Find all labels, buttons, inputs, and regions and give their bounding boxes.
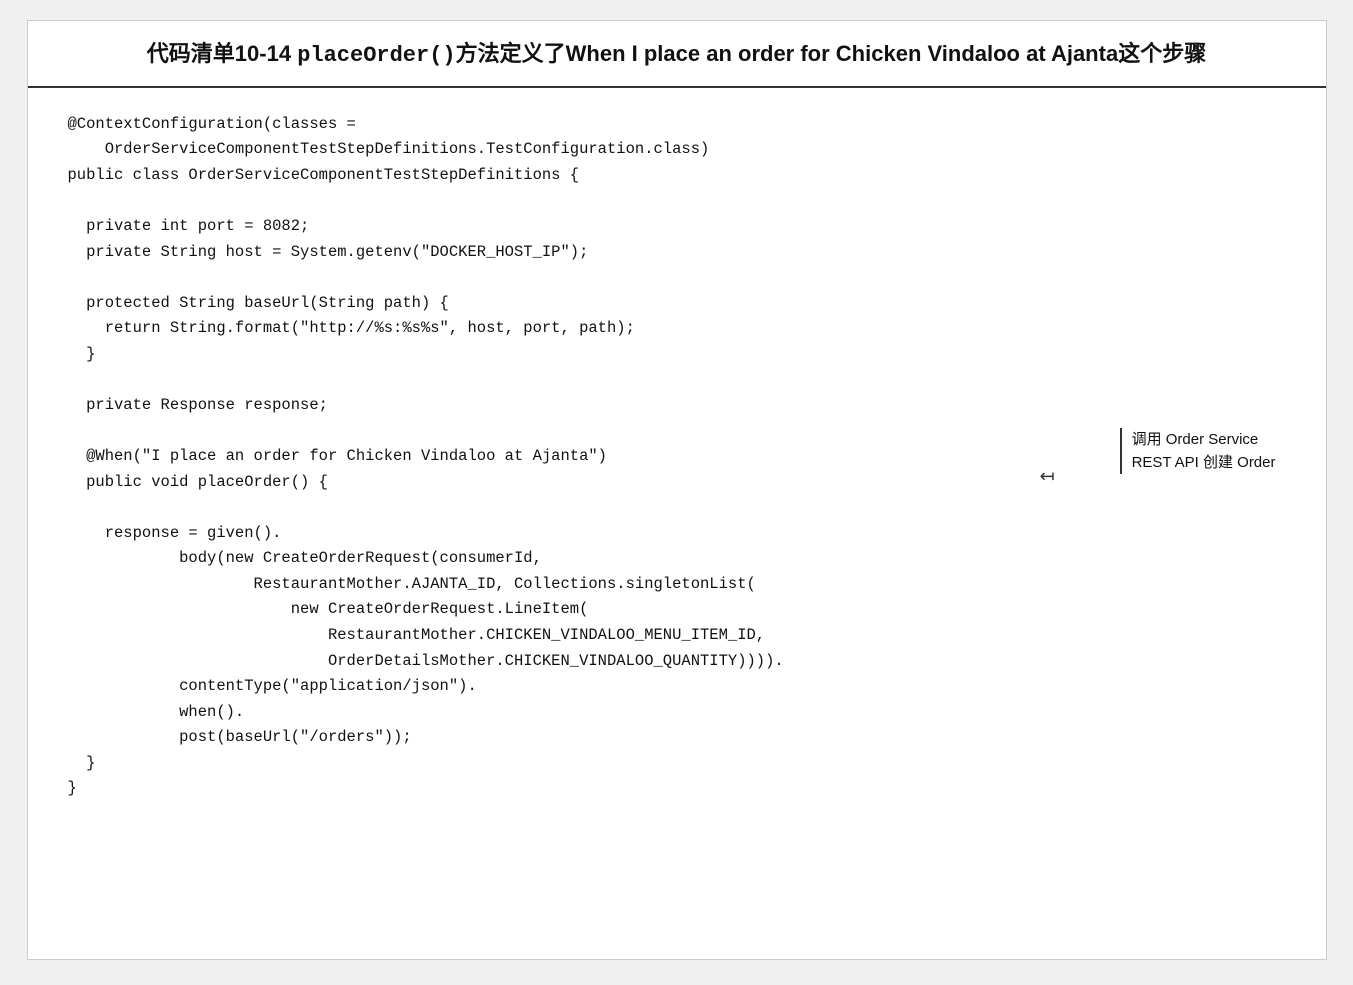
annotation-container: 调用 Order Service REST API 创建 Order ↤	[1120, 428, 1276, 475]
title-prefix: 代码清单10-14	[147, 41, 297, 66]
annotation-arrow: ↤	[1040, 466, 1055, 487]
annotation-box: 调用 Order Service REST API 创建 Order	[1120, 428, 1276, 475]
title-suffix-zh2: 这个步骤	[1118, 41, 1206, 66]
page-title: 代码清单10-14 placeOrder()方法定义了When I place …	[58, 39, 1296, 72]
page-container: 代码清单10-14 placeOrder()方法定义了When I place …	[27, 20, 1327, 960]
title-suffix-zh: 方法定义了	[456, 41, 566, 66]
code-block: @ContextConfiguration(classes = OrderSer…	[68, 112, 1286, 802]
title-section: 代码清单10-14 placeOrder()方法定义了When I place …	[28, 21, 1326, 88]
title-method: placeOrder()	[297, 43, 455, 68]
annotation-line1: 调用 Order Service	[1132, 431, 1259, 448]
title-suffix-en: When I place an order for Chicken Vindal…	[566, 41, 1119, 66]
code-section: @ContextConfiguration(classes = OrderSer…	[28, 88, 1326, 832]
annotation-line2: REST API 创建 Order	[1132, 454, 1276, 471]
